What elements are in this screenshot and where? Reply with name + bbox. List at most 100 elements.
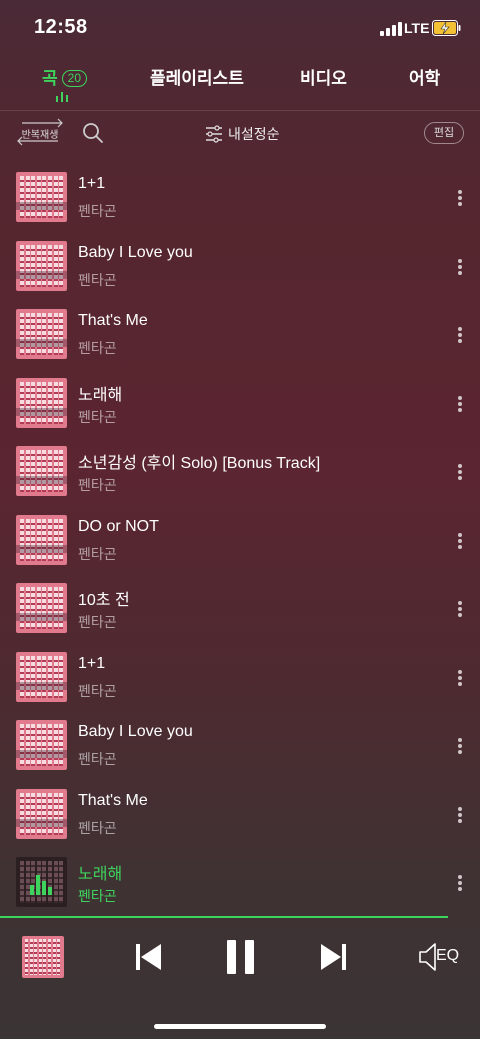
song-row[interactable]: 노래해 펜타곤 [0,366,480,434]
album-art-stripe [25,587,30,629]
song-row-now-playing[interactable]: 노래해 펜타곤 [0,845,480,913]
album-art-band [16,339,67,347]
tab-songs-label: 곡 [42,69,58,88]
song-row[interactable]: Baby I Love you 펜타곤 [0,229,480,297]
search-icon[interactable] [82,122,104,144]
more-icon[interactable] [450,599,470,619]
album-art-stripe [59,518,64,561]
song-row[interactable]: That's Me 펜타곤 [0,777,480,845]
song-title: Baby I Love you [78,243,193,261]
album-art-stripe [53,655,58,698]
tab-playlists[interactable]: 플레이리스트 [150,64,244,89]
tab-language[interactable]: 어학 [409,64,440,89]
album-art-stripe [20,381,24,424]
album-art-stripe [20,587,24,629]
mini-player: EQ [0,918,480,1039]
album-art-band [16,202,67,210]
album-art-stripe [42,792,47,835]
album-art-stripe [31,313,36,355]
album-art-stripe [20,244,24,287]
more-icon[interactable] [450,668,470,688]
song-artist: 펜타곤 [78,271,117,288]
song-row[interactable]: 1+1 펜타곤 [0,640,480,708]
song-row[interactable]: Baby I Love you 펜타곤 [0,708,480,776]
album-art-stripe [43,939,47,975]
album-art-stripe [48,518,52,561]
next-icon[interactable] [318,940,348,974]
album-art-stripe [48,313,52,355]
status-time: 12:58 [34,16,88,38]
more-icon[interactable] [450,531,470,551]
status-bar: 12:58 LTE [0,0,480,56]
album-art-stripe [20,518,24,561]
song-title: 노래해 [78,386,123,404]
album-art-stripe [59,655,64,698]
album-art [16,240,67,291]
song-row[interactable]: 1+1 펜타곤 [0,160,480,228]
more-icon[interactable] [450,462,470,482]
album-art-stripe [52,939,56,975]
song-artist: 펜타곤 [78,819,117,836]
song-count-badge: 20 [61,70,87,87]
album-art-stripe [53,176,58,218]
album-art-stripe [53,587,58,629]
album-art-stripe [57,939,61,975]
previous-icon[interactable] [134,940,164,974]
more-icon[interactable] [450,188,470,208]
battery-charging-icon [432,20,461,36]
album-art-stripe [36,655,41,698]
album-art [16,446,67,496]
album-art [16,514,67,565]
album-art-stripe [36,724,41,766]
album-art-band [16,818,67,827]
pause-icon[interactable] [224,938,258,976]
album-art-stripe [29,939,33,975]
home-indicator [154,1024,326,1029]
album-art-stripe [36,792,41,835]
song-artist: 펜타곤 [78,614,117,630]
edit-button[interactable]: 편집 [424,122,464,144]
album-art-stripe [20,450,24,492]
more-icon[interactable] [450,736,470,756]
album-art-stripe [53,792,58,835]
album-art-stripe [42,587,47,629]
album-art-stripe [59,861,64,903]
album-art-stripe [31,518,36,561]
more-icon[interactable] [450,873,470,893]
song-row[interactable]: 소년감성 (후이 Solo) [Bonus Track] 펜타곤 [0,434,480,502]
album-art-stripe [42,313,47,355]
player-album-art[interactable] [22,936,64,978]
album-art-stripe [48,176,52,218]
tab-songs[interactable]: 곡 20 [42,64,87,89]
album-art-stripe [31,450,36,492]
album-art-band [16,407,67,416]
song-title: That's Me [78,791,148,809]
more-icon[interactable] [450,257,470,277]
song-row[interactable]: 10초 전 펜타곤 [0,571,480,639]
song-artist: 펜타곤 [78,682,117,699]
album-art-stripe [31,176,36,218]
album-art-stripe [53,381,58,424]
album-art-stripe [20,861,24,903]
album-art [16,172,67,222]
song-row[interactable]: That's Me 펜타곤 [0,297,480,365]
album-art-stripe [31,792,36,835]
album-art-stripe [25,792,30,835]
more-icon[interactable] [450,805,470,825]
album-art-stripe [53,450,58,492]
album-art-stripe [42,176,47,218]
album-art-band [16,270,67,279]
album-art-stripe [59,450,64,492]
album-art-stripe [36,176,41,218]
album-art-stripe [25,939,28,975]
repeat-button[interactable]: 반복재생 [16,118,64,146]
eq-button[interactable]: EQ [418,942,462,972]
album-art-stripe [48,655,52,698]
tab-videos[interactable]: 비디오 [300,64,347,89]
album-art-stripe [25,244,30,287]
album-art-stripe [38,939,42,975]
more-icon[interactable] [450,325,470,345]
album-art-stripe [25,724,30,766]
more-icon[interactable] [450,394,470,414]
song-row[interactable]: DO or NOT 펜타곤 [0,503,480,571]
